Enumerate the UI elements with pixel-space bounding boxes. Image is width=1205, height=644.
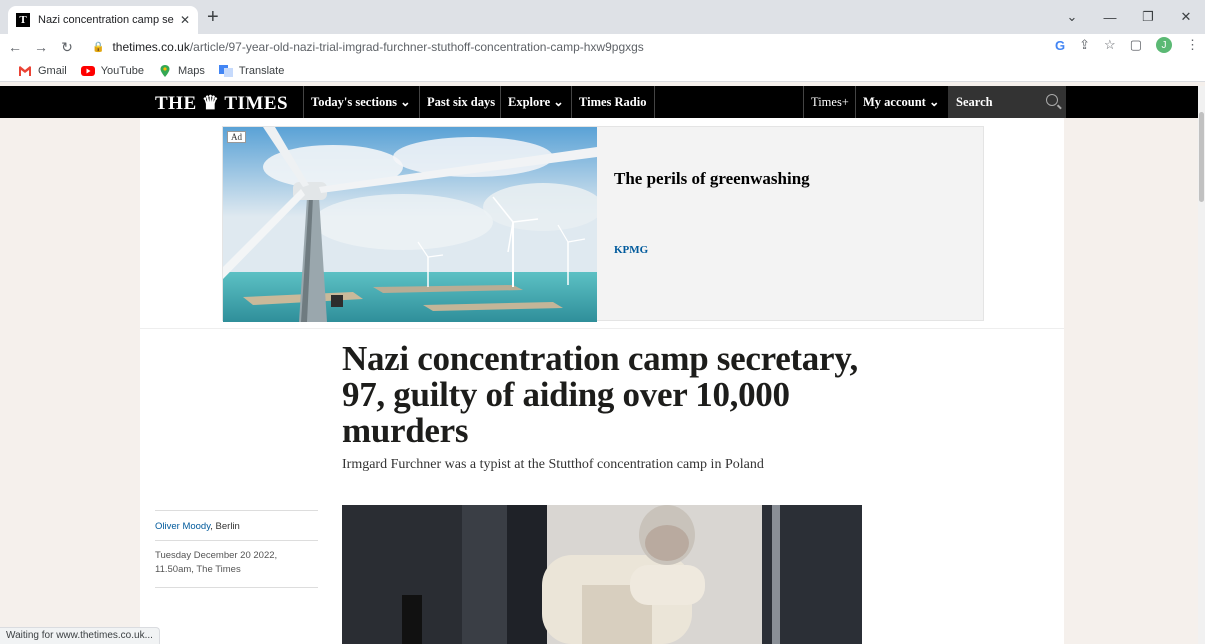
- lock-icon[interactable]: 🔒: [92, 42, 104, 53]
- search-input[interactable]: Search: [948, 86, 1066, 118]
- minimize-icon[interactable]: —: [1091, 10, 1129, 25]
- url-text: thetimes.co.uk/article/97-year-old-nazi-…: [112, 40, 643, 54]
- close-window-icon[interactable]: ✕: [1167, 9, 1205, 25]
- publish-date: Tuesday December 20 2022, 11.50am, The T…: [155, 541, 318, 588]
- bookmark-star-icon[interactable]: ☆: [1104, 37, 1116, 53]
- ad-image[interactable]: Ad: [223, 127, 597, 322]
- scrollbar-thumb[interactable]: [1199, 112, 1204, 202]
- tab-strip: T Nazi concentration camp secreta ✕ + ⌄ …: [0, 0, 1205, 34]
- divider: [140, 328, 1064, 329]
- advertisement[interactable]: Ad The perils of greenwashing KPMG: [222, 126, 984, 322]
- url-path: /article/97-year-old-nazi-trial-imgrad-f…: [189, 40, 644, 54]
- bookmark-label: Gmail: [38, 64, 67, 77]
- article-hero-image[interactable]: [342, 505, 862, 644]
- browser-toolbar: ← → ↻ 🔒 thetimes.co.uk/article/97-year-o…: [0, 34, 1205, 60]
- back-icon[interactable]: ←: [4, 39, 26, 55]
- byline: Oliver Moody, Berlin Tuesday December 20…: [155, 510, 318, 588]
- nav-my-account[interactable]: My account ⌄: [855, 86, 946, 118]
- bookmark-label: Maps: [177, 64, 205, 77]
- profile-avatar[interactable]: J: [1156, 37, 1172, 53]
- share-icon[interactable]: ⇪: [1079, 37, 1090, 53]
- page-scrollbar[interactable]: [1198, 86, 1205, 644]
- article-headline: Nazi concentration camp secretary, 97, g…: [342, 339, 858, 450]
- reload-icon[interactable]: ↻: [56, 39, 78, 56]
- address-bar[interactable]: 🔒 thetimes.co.uk/article/97-year-old-naz…: [92, 36, 1042, 58]
- search-placeholder: Search: [956, 94, 993, 109]
- side-panel-icon[interactable]: ▢: [1130, 37, 1142, 53]
- author-link[interactable]: Oliver Moody: [155, 521, 210, 532]
- times-favicon-icon: T: [16, 13, 30, 27]
- times-logo[interactable]: THE ♛ TIMES: [155, 92, 288, 115]
- url-host: thetimes.co.uk: [112, 40, 190, 54]
- maps-icon: [160, 64, 170, 77]
- ad-brand-link[interactable]: KPMG: [614, 244, 648, 256]
- restore-icon[interactable]: ❐: [1129, 9, 1167, 25]
- byline-author-row: Oliver Moody, Berlin: [155, 511, 318, 541]
- translate-icon: [218, 64, 233, 77]
- site-header: THE ♛ TIMES Today's sections ⌄ Past six …: [0, 86, 1198, 118]
- menu-icon[interactable]: ⋮: [1186, 37, 1199, 53]
- bookmark-youtube[interactable]: YouTube: [80, 64, 144, 77]
- article-standfirst: Irmgard Furchner was a typist at the Stu…: [342, 457, 764, 472]
- ad-label: Ad: [227, 131, 246, 143]
- bookmark-translate[interactable]: Translate: [218, 64, 285, 77]
- page-viewport: THE ♛ TIMES Today's sections ⌄ Past six …: [0, 86, 1198, 644]
- tab-title: Nazi concentration camp secreta: [38, 14, 174, 26]
- google-icon[interactable]: G: [1055, 38, 1065, 53]
- nav-past-six-days[interactable]: Past six days: [419, 86, 502, 118]
- youtube-icon: [80, 65, 95, 76]
- browser-tab[interactable]: T Nazi concentration camp secreta ✕: [8, 6, 198, 34]
- byline-location: , Berlin: [210, 521, 240, 532]
- nav-explore[interactable]: Explore ⌄: [500, 86, 571, 118]
- search-icon[interactable]: [1046, 94, 1058, 106]
- bookmark-label: YouTube: [100, 64, 144, 77]
- article-container: Ad The perils of greenwashing KPMG Nazi …: [140, 118, 1064, 644]
- bookmark-label: Translate: [238, 64, 285, 77]
- nav-times-plus[interactable]: Times+: [803, 86, 856, 118]
- wind-turbines-illustration: [223, 127, 597, 322]
- gmail-icon: [19, 65, 31, 76]
- status-bar: Waiting for www.thetimes.co.uk...: [0, 627, 160, 644]
- ad-headline[interactable]: The perils of greenwashing: [614, 169, 810, 189]
- new-tab-button[interactable]: +: [207, 6, 219, 28]
- court-photo: [342, 505, 862, 644]
- close-tab-icon[interactable]: ✕: [180, 13, 190, 27]
- nav-todays-sections[interactable]: Today's sections ⌄: [303, 86, 418, 118]
- tab-search-icon[interactable]: ⌄: [1053, 9, 1091, 25]
- bookmark-gmail[interactable]: Gmail: [18, 65, 67, 77]
- forward-icon[interactable]: →: [30, 39, 52, 55]
- bookmark-maps[interactable]: Maps: [158, 64, 205, 77]
- bookmarks-bar: Gmail YouTube Maps Translate: [0, 60, 1205, 82]
- nav-times-radio[interactable]: Times Radio: [571, 86, 655, 118]
- window-controls: ⌄ — ❐ ✕: [1053, 0, 1205, 34]
- toolbar-actions: G ⇪ ☆ ▢ J ⋮: [1055, 37, 1199, 53]
